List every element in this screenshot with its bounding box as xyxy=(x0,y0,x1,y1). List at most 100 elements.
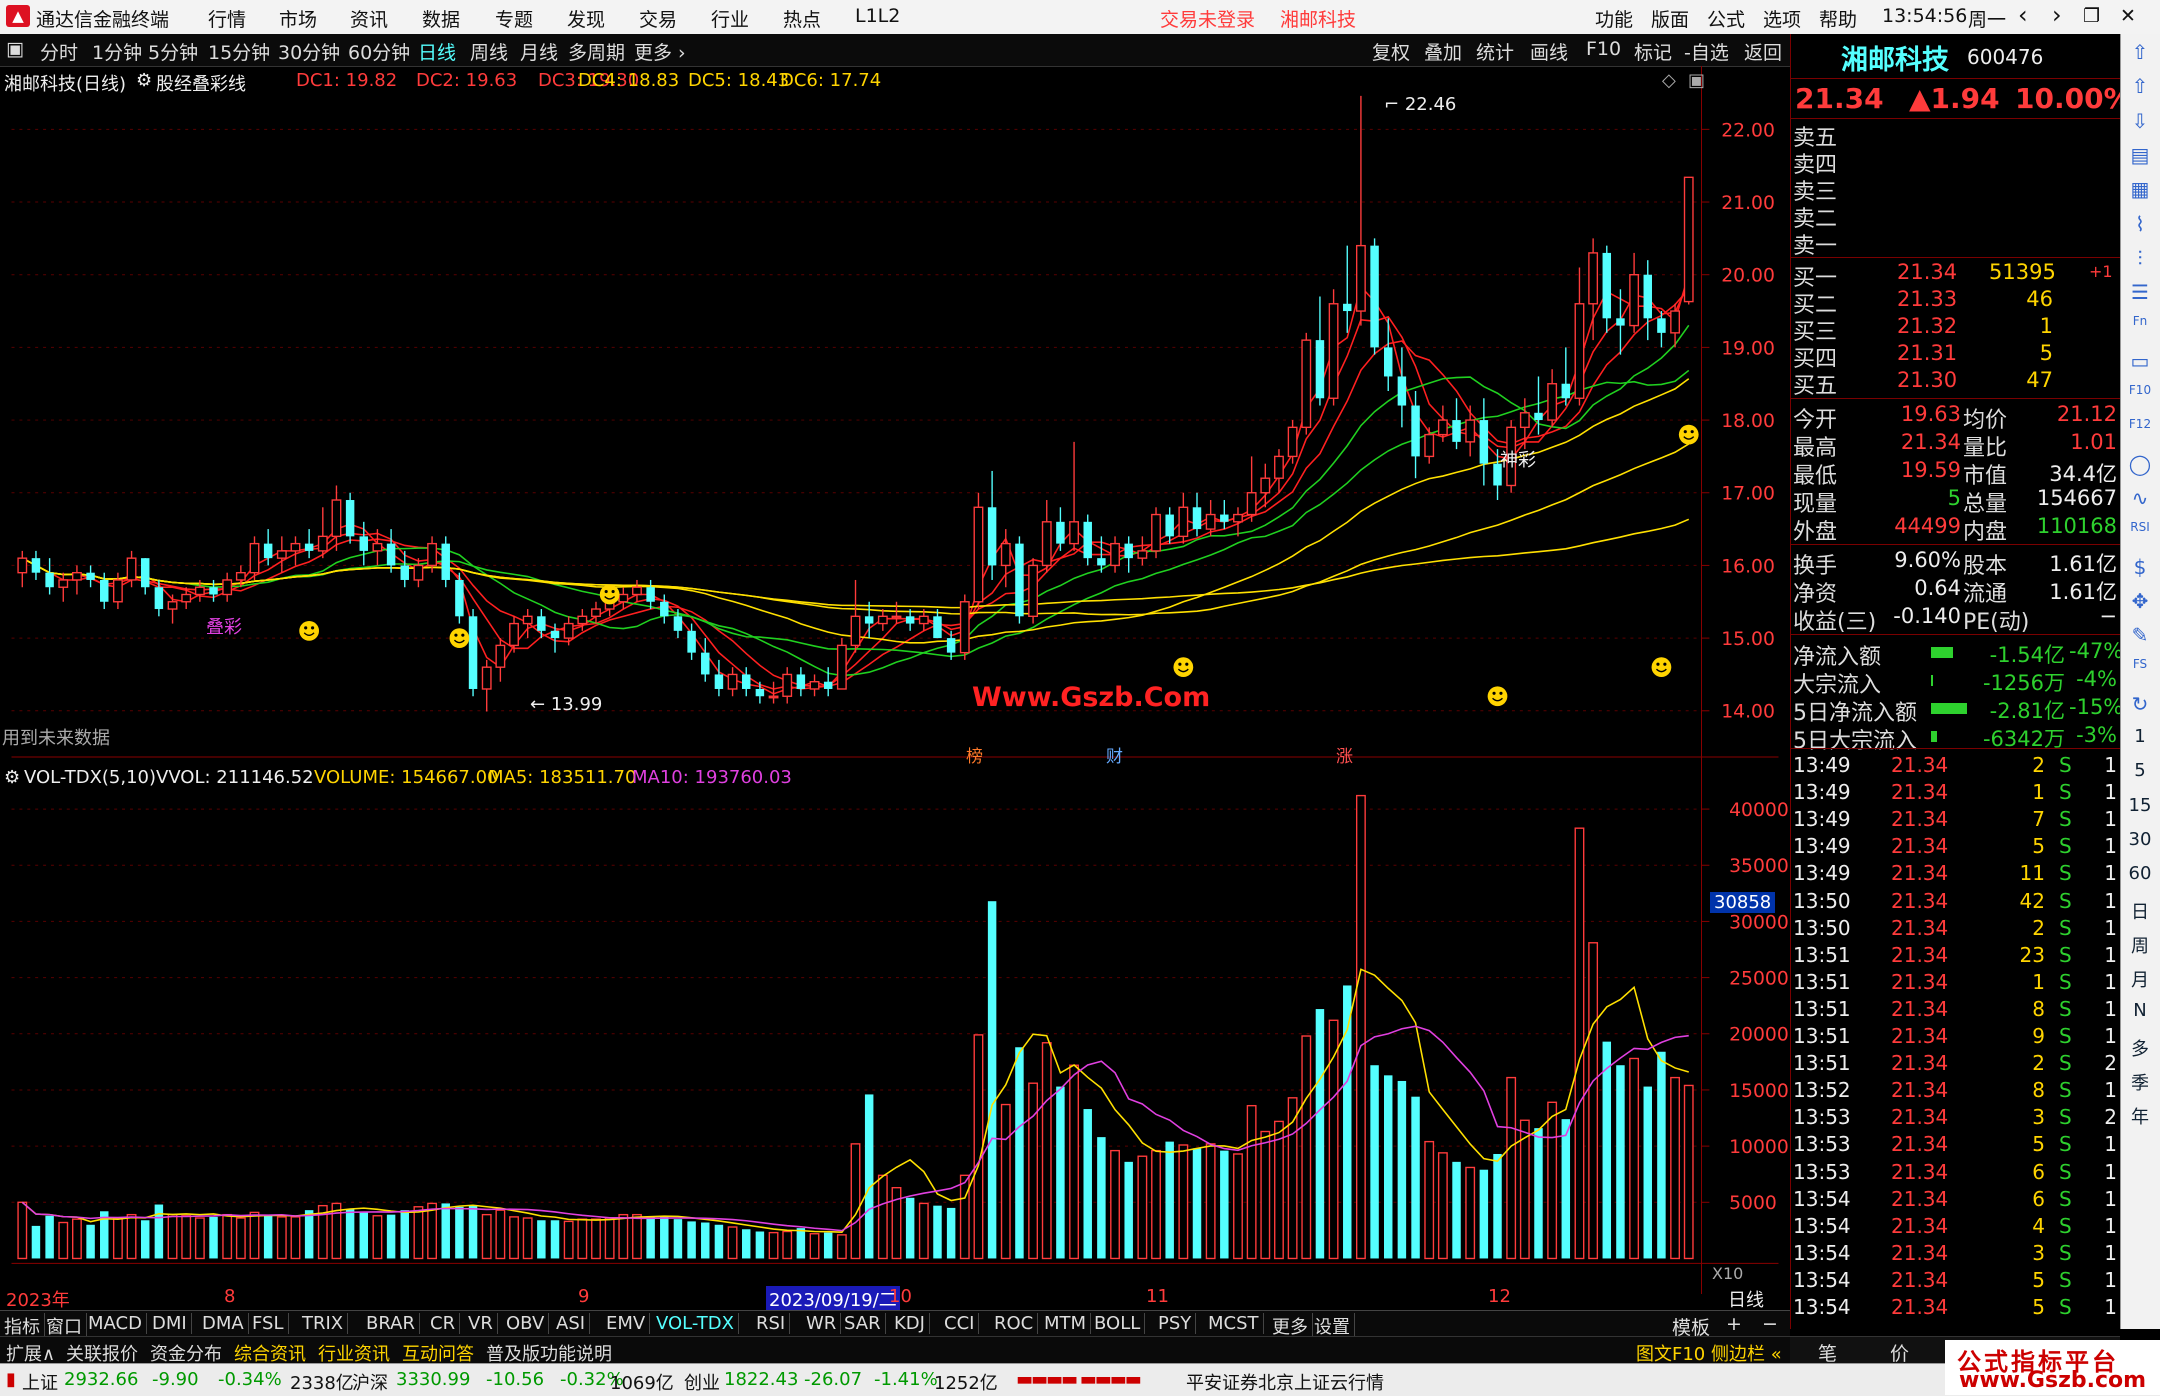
indicator-tab-boll[interactable]: BOLL xyxy=(1094,1313,1146,1334)
sidebar-period-20[interactable]: 1 xyxy=(2125,726,2155,754)
move-icon[interactable]: ✥ xyxy=(2125,589,2155,617)
panel-toggle-icon[interactable]: ▣ xyxy=(1688,70,1705,91)
menu-item-shichang[interactable]: 市场 xyxy=(279,5,317,32)
menu-item-xuanxiang[interactable]: 选项 xyxy=(1763,5,1801,32)
sidebar-period-23[interactable]: 30 xyxy=(2125,829,2155,857)
tool-zixuan[interactable]: -自选 xyxy=(1684,38,1729,65)
indicator-tab-rsi[interactable]: RSI xyxy=(756,1313,791,1334)
sidebar-period-25[interactable]: 日 xyxy=(2125,898,2155,926)
period-month[interactable]: 月线 xyxy=(520,38,558,65)
refresh-icon[interactable]: ↻ xyxy=(2125,692,2155,720)
menu-item-bangzhu[interactable]: 帮助 xyxy=(1819,5,1857,32)
indicator-tab-cr[interactable]: CR xyxy=(430,1313,461,1334)
kline-icon[interactable]: ⫶ xyxy=(2125,246,2155,274)
indicator-tab-psy[interactable]: PSY xyxy=(1158,1313,1197,1334)
indicator-tab-cci[interactable]: CCI xyxy=(944,1313,980,1334)
period-60min[interactable]: 60分钟 xyxy=(348,38,410,65)
period-30min[interactable]: 30分钟 xyxy=(278,38,340,65)
tool-biaoji[interactable]: 标记 xyxy=(1634,38,1672,65)
menu-item-redian[interactable]: 热点 xyxy=(783,5,821,32)
index-name-sh[interactable]: 上证 xyxy=(22,1369,58,1395)
money-icon[interactable]: $ xyxy=(2125,555,2155,583)
event-mark-bang[interactable]: 榜 xyxy=(966,742,983,767)
indicator-name[interactable]: 股经叠彩线 xyxy=(156,70,246,96)
period-week[interactable]: 周线 xyxy=(470,38,508,65)
menu-item-hangqing[interactable]: 行情 xyxy=(208,5,246,32)
tab-bi[interactable]: 笔 xyxy=(1818,1339,1837,1366)
menu-item-gongneng[interactable]: 功能 xyxy=(1595,5,1633,32)
index-name-cy[interactable]: 创业 xyxy=(684,1369,720,1395)
sidebar-period-30[interactable]: 季 xyxy=(2125,1069,2155,1097)
period-15min[interactable]: 15分钟 xyxy=(208,38,270,65)
vol-gear-icon[interactable]: ⚙ xyxy=(4,767,20,788)
sidebar-period-24[interactable]: 60 xyxy=(2125,863,2155,891)
sidebar-period-29[interactable]: 多 xyxy=(2125,1035,2155,1063)
event-mark-zhang[interactable]: 涨 xyxy=(1336,742,1353,767)
indicator-tab-dma[interactable]: DMA xyxy=(202,1313,249,1334)
event-mark-cai[interactable]: 财 xyxy=(1106,742,1123,767)
trade-status[interactable]: 交易未登录 xyxy=(1160,5,1255,32)
period-multi[interactable]: 多周期 xyxy=(568,38,625,65)
period-1min[interactable]: 1分钟 xyxy=(92,38,142,65)
f12-icon[interactable]: F12 xyxy=(2125,417,2155,445)
fs-icon[interactable]: FS xyxy=(2125,657,2155,685)
grid-icon[interactable]: ▦ xyxy=(2125,177,2155,205)
indicator-tab-dmi[interactable]: DMI xyxy=(152,1313,192,1334)
indicator-tab-brar[interactable]: BRAR xyxy=(366,1313,420,1334)
sidebar-period-26[interactable]: 周 xyxy=(2125,932,2155,960)
pen-icon[interactable]: ✎ xyxy=(2125,623,2155,651)
indicator-tab-wr[interactable]: WR xyxy=(806,1313,842,1334)
menu-item-zhuanti[interactable]: 专题 xyxy=(495,5,533,32)
nav-back-icon[interactable]: ‹ xyxy=(2018,1,2028,29)
indicator-tab-emv[interactable]: EMV xyxy=(606,1313,651,1334)
indicator-tab-vol-tdx[interactable]: VOL-TDX xyxy=(656,1313,739,1334)
sidebar-period-28[interactable]: N xyxy=(2125,1000,2155,1028)
indicator-tab-asi[interactable]: ASI xyxy=(556,1313,591,1334)
indicator-remove-button[interactable]: − xyxy=(1762,1313,1778,1335)
f10-icon[interactable]: F10 xyxy=(2125,383,2155,411)
rsi-icon[interactable]: RSI xyxy=(2125,520,2155,548)
indicator-tab-sar[interactable]: SAR xyxy=(844,1313,886,1334)
indicator-tab-fsl[interactable]: FSL xyxy=(252,1313,289,1334)
menu-item-gongshi[interactable]: 公式 xyxy=(1707,5,1745,32)
indicator-tab-roc[interactable]: ROC xyxy=(994,1313,1039,1334)
indicator-gear-icon[interactable]: ⚙ xyxy=(136,70,152,91)
circle-icon[interactable]: ◯ xyxy=(2125,452,2155,480)
period-day[interactable]: 日线 xyxy=(418,38,456,65)
close-icon[interactable]: ✕ xyxy=(2120,5,2136,27)
tool-huaxian[interactable]: 画线 xyxy=(1530,38,1568,65)
tool-tongji[interactable]: 统计 xyxy=(1476,38,1514,65)
indicator-tab-obv[interactable]: OBV xyxy=(506,1313,550,1334)
doc-icon[interactable]: ▭ xyxy=(2125,349,2155,377)
nav-up-icon[interactable]: ⇧ xyxy=(2125,40,2155,68)
maximize-icon[interactable]: ❐ xyxy=(2083,5,2100,27)
wave-icon[interactable]: ∿ xyxy=(2125,486,2155,514)
period-fenshi[interactable]: 分时 xyxy=(40,38,78,65)
indicator-tab-mcst[interactable]: MCST xyxy=(1208,1313,1264,1334)
indicator-tab-mtm[interactable]: MTM xyxy=(1044,1313,1092,1334)
tab-jia[interactable]: 价 xyxy=(1890,1339,1909,1366)
nav-forward-icon[interactable]: › xyxy=(2052,1,2062,29)
diamond-icon[interactable]: ◇ xyxy=(1662,70,1676,91)
kline-chart[interactable]: 14.00 15.00 16.00 17.00 18.00 19.00 20.00 21.00… xyxy=(0,66,1790,1294)
sidebar-period-31[interactable]: 年 xyxy=(2125,1103,2155,1131)
menu-item-hangye[interactable]: 行业 xyxy=(711,5,749,32)
menu-item-banmian[interactable]: 版面 xyxy=(1651,5,1689,32)
indicator-tab-trix[interactable]: TRIX xyxy=(302,1313,349,1334)
menu-item-zixun[interactable]: 资讯 xyxy=(350,5,388,32)
trend-icon[interactable]: ▤ xyxy=(2125,143,2155,171)
menu-item-jiaoyi[interactable]: 交易 xyxy=(639,5,677,32)
indicator-tab-vr[interactable]: VR xyxy=(468,1313,498,1334)
period-menu-icon[interactable]: ▣ xyxy=(6,38,24,60)
indicator-tab-kdj[interactable]: KDJ xyxy=(894,1313,930,1334)
sidebar-period-22[interactable]: 15 xyxy=(2125,795,2155,823)
index-name-hs[interactable]: 沪深 xyxy=(352,1369,388,1395)
nav-up-icon[interactable]: ⇧ xyxy=(2125,74,2155,102)
indicator-add-button[interactable]: + xyxy=(1726,1313,1742,1335)
menu-item-shuju[interactable]: 数据 xyxy=(422,5,460,32)
menu-item-l1l2[interactable]: L1L2 xyxy=(855,5,900,27)
period-more[interactable]: 更多 › xyxy=(634,38,686,65)
tool-f10[interactable]: F10 xyxy=(1586,38,1621,60)
chart-icon[interactable]: ⌇ xyxy=(2125,212,2155,240)
period-5min[interactable]: 5分钟 xyxy=(148,38,198,65)
